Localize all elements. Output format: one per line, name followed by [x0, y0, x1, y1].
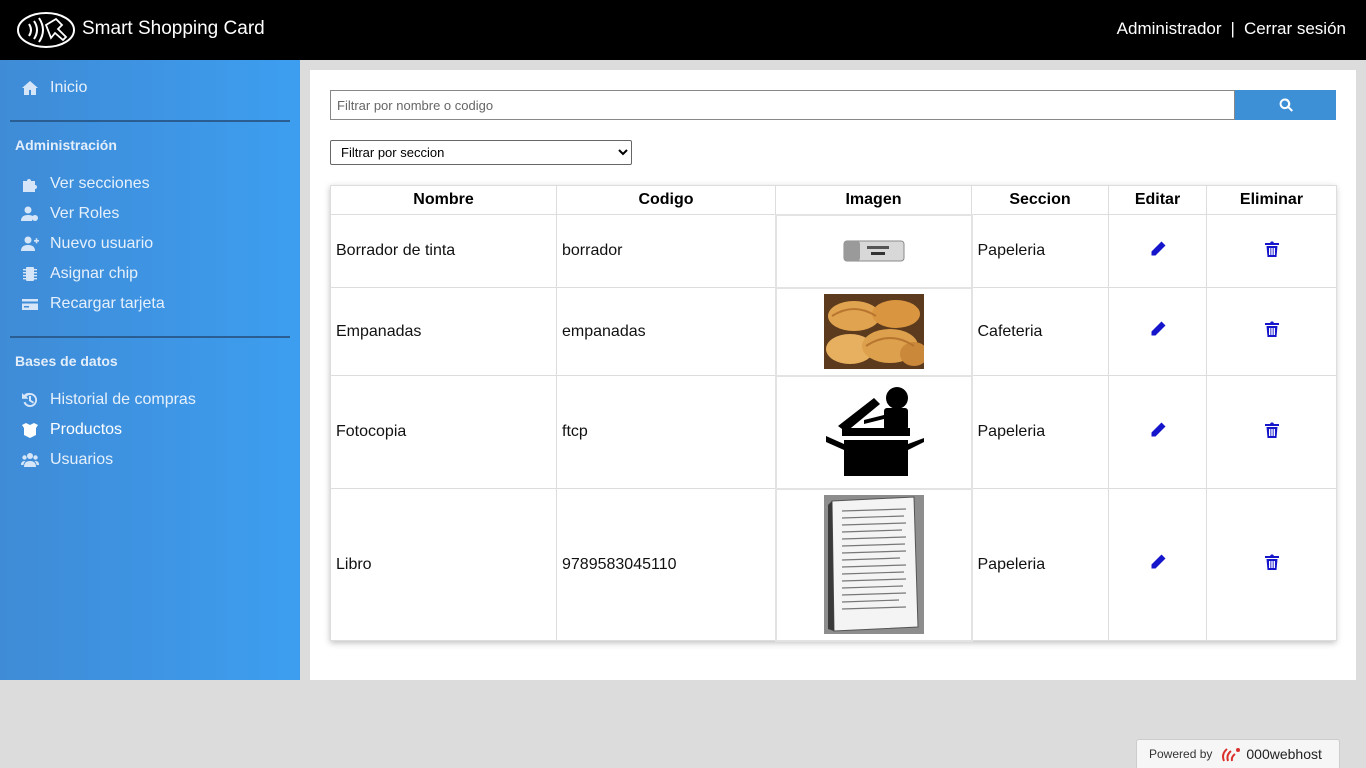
- cell-codigo: borrador: [556, 214, 776, 288]
- cell-nombre: Libro: [330, 488, 557, 641]
- cell-seccion: Papeleria: [971, 375, 1109, 489]
- sidebar-divider: [10, 336, 290, 338]
- sidebar-item-label: Ver Roles: [50, 205, 120, 222]
- webhost-logo-icon: [1222, 748, 1241, 762]
- delete-trash-icon[interactable]: [1263, 553, 1281, 571]
- column-header-nombre: Nombre: [330, 185, 557, 215]
- table-row: Fotocopia ftcp Papeleria: [330, 374, 1337, 490]
- cell-editar: [1108, 488, 1207, 641]
- contactless-card-logo-icon: [16, 11, 76, 49]
- history-icon: [20, 391, 40, 409]
- sidebar-item-productos[interactable]: Productos: [20, 418, 122, 442]
- cell-nombre: Fotocopia: [330, 375, 557, 489]
- cell-codigo: empanadas: [556, 287, 776, 376]
- sidebar-item-label: Usuarios: [50, 451, 114, 468]
- sidebar-heading-bases-de-datos: Bases de datos: [15, 353, 118, 369]
- delete-trash-icon[interactable]: [1263, 240, 1281, 258]
- sidebar-item-label: Asignar chip: [50, 265, 139, 282]
- empanadas-image: [823, 294, 924, 369]
- section-filter-select[interactable]: Filtrar por seccion: [330, 140, 632, 165]
- edit-pencil-icon[interactable]: [1149, 320, 1167, 338]
- cell-editar: [1108, 214, 1207, 288]
- cell-nombre: Borrador de tinta: [330, 214, 557, 288]
- column-header-imagen: Imagen: [775, 185, 972, 215]
- cell-codigo: 9789583045110: [556, 488, 776, 641]
- box-open-icon: [20, 421, 40, 439]
- cell-imagen: [774, 286, 973, 377]
- delete-trash-icon[interactable]: [1263, 320, 1281, 338]
- sidebar-item-label: Inicio: [50, 79, 88, 96]
- cell-editar: [1108, 287, 1207, 376]
- sidebar-item-usuarios[interactable]: Usuarios: [20, 448, 113, 472]
- sidebar-item-ver-secciones[interactable]: Ver secciones: [20, 172, 150, 196]
- app-title: Smart Shopping Card: [82, 18, 265, 39]
- table-header-row: Nombre Codigo Imagen Seccion Editar Elim…: [330, 185, 1337, 215]
- cell-eliminar: [1206, 214, 1337, 288]
- top-bar: Smart Shopping Card Administrador | Cerrar…: [0, 0, 1366, 60]
- table-row: Empanadas empanadas Cafeteria: [330, 286, 1337, 377]
- sidebar-item-label: Historial de compras: [50, 391, 196, 408]
- edit-pencil-icon[interactable]: [1149, 240, 1167, 258]
- edit-pencil-icon[interactable]: [1149, 421, 1167, 439]
- cell-imagen: [774, 213, 973, 289]
- powered-by-badge[interactable]: Powered by 000webhost: [1136, 739, 1340, 768]
- column-header-seccion: Seccion: [971, 185, 1109, 215]
- column-header-eliminar: Eliminar: [1206, 185, 1337, 215]
- cell-codigo: ftcp: [556, 375, 776, 489]
- cell-eliminar: [1206, 375, 1337, 489]
- table-row: Libro 9789583045110 Papeleria: [330, 487, 1337, 642]
- column-header-codigo: Codigo: [556, 185, 776, 215]
- sidebar-divider: [10, 120, 290, 122]
- powered-by-label: Powered by: [1149, 747, 1213, 761]
- sidebar: Inicio Administración Ver secciones Ver …: [0, 60, 300, 680]
- sidebar-item-label: Recargar tarjeta: [50, 295, 165, 312]
- book-image: [823, 495, 924, 634]
- cell-seccion: Cafeteria: [971, 287, 1109, 376]
- sidebar-item-label: Productos: [50, 421, 123, 438]
- sidebar-item-historial-de-compras[interactable]: Historial de compras: [20, 388, 196, 412]
- cell-imagen: [774, 487, 973, 642]
- sidebar-item-recargar-tarjeta[interactable]: Recargar tarjeta: [20, 292, 165, 316]
- sidebar-item-ver-roles[interactable]: Ver Roles: [20, 202, 119, 226]
- user-area: Administrador | Cerrar sesión: [1117, 19, 1346, 39]
- sidebar-item-label: Ver secciones: [50, 175, 150, 192]
- sidebar-item-label: Nuevo usuario: [50, 235, 154, 252]
- sidebar-item-inicio[interactable]: Inicio: [20, 76, 87, 100]
- column-header-editar: Editar: [1108, 185, 1207, 215]
- main-panel: Filtrar por seccion Nombre Codigo Imagen…: [310, 70, 1356, 680]
- cell-nombre: Empanadas: [330, 287, 557, 376]
- cell-eliminar: [1206, 488, 1337, 641]
- puzzle-icon: [20, 175, 40, 193]
- logout-link[interactable]: Cerrar sesión: [1244, 19, 1346, 39]
- search-input[interactable]: [330, 90, 1235, 120]
- users-icon: [20, 451, 40, 469]
- user-plus-icon: [20, 235, 40, 253]
- table-row: Borrador de tinta borrador Papeleria: [330, 213, 1337, 289]
- cell-eliminar: [1206, 287, 1337, 376]
- credit-card-icon: [20, 295, 40, 313]
- user-name-link[interactable]: Administrador: [1117, 19, 1222, 39]
- eraser-image: [843, 240, 904, 262]
- photocopier-image: [825, 387, 924, 476]
- search-icon: [1279, 98, 1293, 112]
- microchip-icon: [20, 265, 40, 283]
- home-icon: [20, 79, 40, 97]
- sidebar-heading-administracion: Administración: [15, 137, 117, 153]
- header-separator: |: [1230, 19, 1235, 38]
- user-cog-icon: [20, 205, 40, 223]
- cell-seccion: Papeleria: [971, 488, 1109, 641]
- sidebar-item-nuevo-usuario[interactable]: Nuevo usuario: [20, 232, 153, 256]
- products-table: Nombre Codigo Imagen Seccion Editar Elim…: [330, 185, 1337, 642]
- search-button[interactable]: [1235, 90, 1336, 120]
- cell-editar: [1108, 375, 1207, 489]
- edit-pencil-icon[interactable]: [1149, 553, 1167, 571]
- delete-trash-icon[interactable]: [1263, 421, 1281, 439]
- host-brand: 000webhost: [1220, 745, 1322, 763]
- sidebar-item-asignar-chip[interactable]: Asignar chip: [20, 262, 138, 286]
- cell-imagen: [774, 374, 973, 490]
- cell-seccion: Papeleria: [971, 214, 1109, 288]
- host-brand-label: 000webhost: [1246, 746, 1322, 762]
